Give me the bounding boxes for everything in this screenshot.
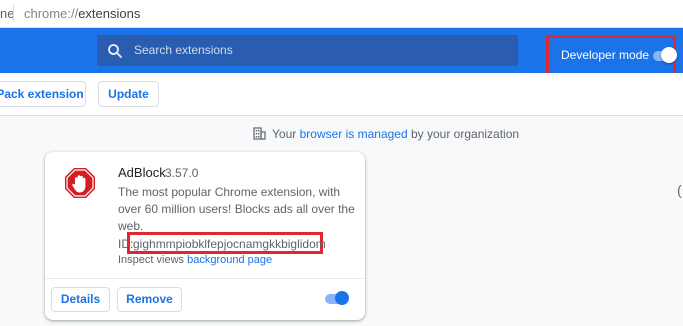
pack-extension-button[interactable]: Pack extension [0, 81, 86, 107]
browser-managed-link[interactable]: browser is managed [300, 127, 408, 141]
search-icon [108, 44, 122, 58]
search-extensions-box[interactable]: Search extensions [97, 35, 518, 66]
details-button[interactable]: Details [51, 287, 110, 312]
address-bar-url[interactable]: chrome://extensions [24, 6, 140, 21]
next-card-edge: ( [677, 182, 682, 198]
developer-mode-highlight: Developer mode [546, 35, 677, 77]
url-path: extensions [78, 6, 141, 21]
managed-notice: Your browser is managed by your organiza… [253, 127, 519, 141]
url-scheme: chrome:// [24, 6, 79, 21]
extension-enable-toggle-knob[interactable] [335, 291, 349, 305]
developer-actions-bar: Pack extension Update [0, 73, 683, 116]
extensions-toolbar: Search extensions Developer mode [0, 28, 683, 77]
background-page-link[interactable]: background page [187, 254, 272, 266]
developer-mode-toggle-knob[interactable] [661, 47, 677, 63]
developer-mode-label: Developer mode [561, 48, 650, 62]
search-placeholder: Search extensions [134, 43, 233, 57]
extension-name: AdBlock [118, 165, 166, 180]
address-bar-separator [13, 4, 14, 22]
building-icon [253, 127, 266, 140]
inspect-views: Inspect views background page [118, 254, 272, 266]
extension-version: 3.57.0 [165, 166, 199, 180]
managed-notice-suffix: by your organization [411, 127, 520, 141]
adblock-hand-icon [65, 168, 95, 198]
update-button[interactable]: Update [98, 81, 159, 107]
inspect-views-label: Inspect views [118, 254, 185, 266]
extension-description: The most popular Chrome extension, with … [118, 185, 355, 233]
managed-notice-prefix: Your [272, 127, 297, 141]
card-divider [45, 278, 365, 279]
address-bar[interactable]: ne chrome://extensions [0, 0, 683, 28]
extension-id-value: gighmmpiobklfepjocnamgkkbiglidom [133, 237, 326, 251]
extension-card-adblock: AdBlock 3.57.0 The most popular Chrome e… [45, 152, 365, 320]
remove-button[interactable]: Remove [117, 287, 182, 312]
